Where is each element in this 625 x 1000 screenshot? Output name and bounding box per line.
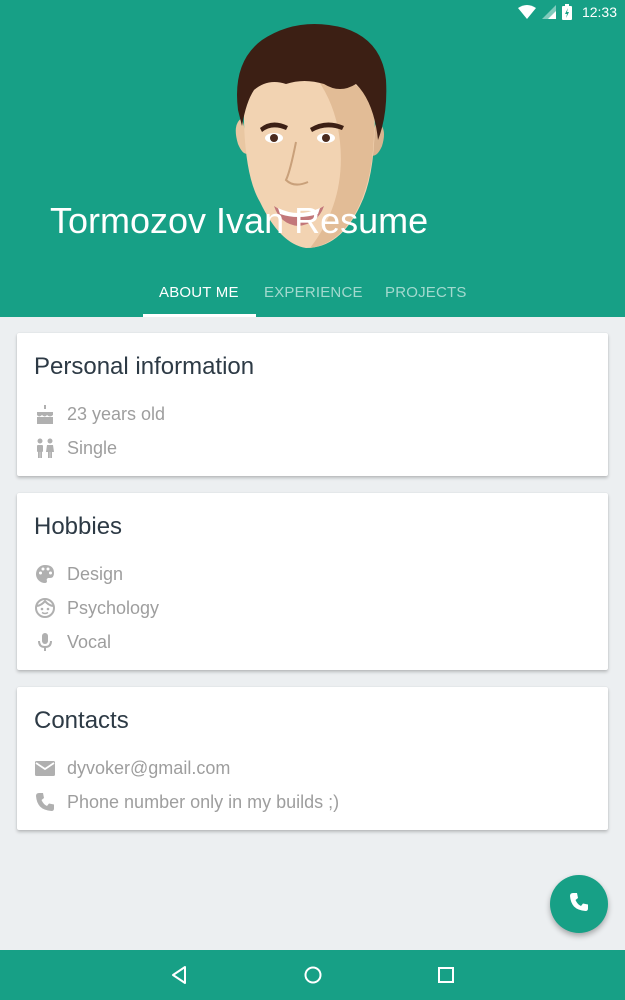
list-item: Vocal — [34, 630, 111, 654]
microphone-icon — [34, 631, 56, 653]
personal-information-card: Personal information 23 years old Single — [17, 333, 608, 476]
age-text: 23 years old — [67, 403, 166, 424]
tab-indicator — [143, 314, 256, 317]
list-item: 23 years old — [34, 402, 165, 426]
phone-text: Phone number only in my builds ;) — [67, 791, 340, 812]
system-nav-bar — [0, 950, 625, 1000]
page-title: Tormozov Ivan Resume — [50, 200, 429, 241]
app-header: 12:33 Tormozov Ivan Resume ABOUT ME EXPE… — [0, 0, 625, 317]
cake-icon — [34, 403, 56, 425]
hobby-text: Vocal — [67, 631, 112, 652]
palette-icon — [34, 563, 56, 585]
list-item: Single — [34, 436, 117, 460]
tab-experience[interactable]: EXPERIENCE — [264, 284, 363, 301]
phone-icon — [34, 791, 56, 813]
contacts-card: Contacts dyvoker@gmail.com Phone number … — [17, 687, 608, 830]
battery-icon — [561, 4, 572, 20]
card-title: Hobbies — [34, 513, 123, 540]
tab-about-me[interactable]: ABOUT ME — [159, 284, 239, 301]
list-item: Psychology — [34, 596, 159, 620]
recents-icon[interactable] — [434, 963, 458, 987]
wifi-icon — [517, 5, 536, 19]
cell-signal-icon — [541, 5, 556, 19]
face-icon — [34, 597, 56, 619]
list-item: Phone number only in my builds ;) — [34, 790, 339, 814]
hobby-text: Design — [67, 563, 124, 584]
email-icon — [34, 757, 56, 779]
people-icon — [34, 437, 56, 459]
hobbies-card: Hobbies Design Psychology Vocal — [17, 493, 608, 670]
email-link[interactable]: dyvoker@gmail.com — [67, 758, 230, 779]
list-item[interactable]: dyvoker@gmail.com — [34, 756, 230, 780]
home-icon[interactable] — [301, 963, 325, 987]
call-fab-button[interactable] — [550, 875, 608, 933]
status-text: Single — [67, 437, 118, 458]
back-icon[interactable] — [168, 963, 192, 987]
tab-bar: ABOUT ME EXPERIENCE PROJECTS — [0, 270, 625, 317]
phone-icon — [568, 891, 590, 918]
list-item: Design — [34, 562, 123, 586]
status-clock: 12:33 — [581, 4, 617, 20]
hobby-text: Psychology — [67, 597, 160, 618]
card-title: Contacts — [34, 707, 129, 734]
tab-projects[interactable]: PROJECTS — [385, 284, 467, 301]
card-title: Personal information — [34, 353, 255, 380]
